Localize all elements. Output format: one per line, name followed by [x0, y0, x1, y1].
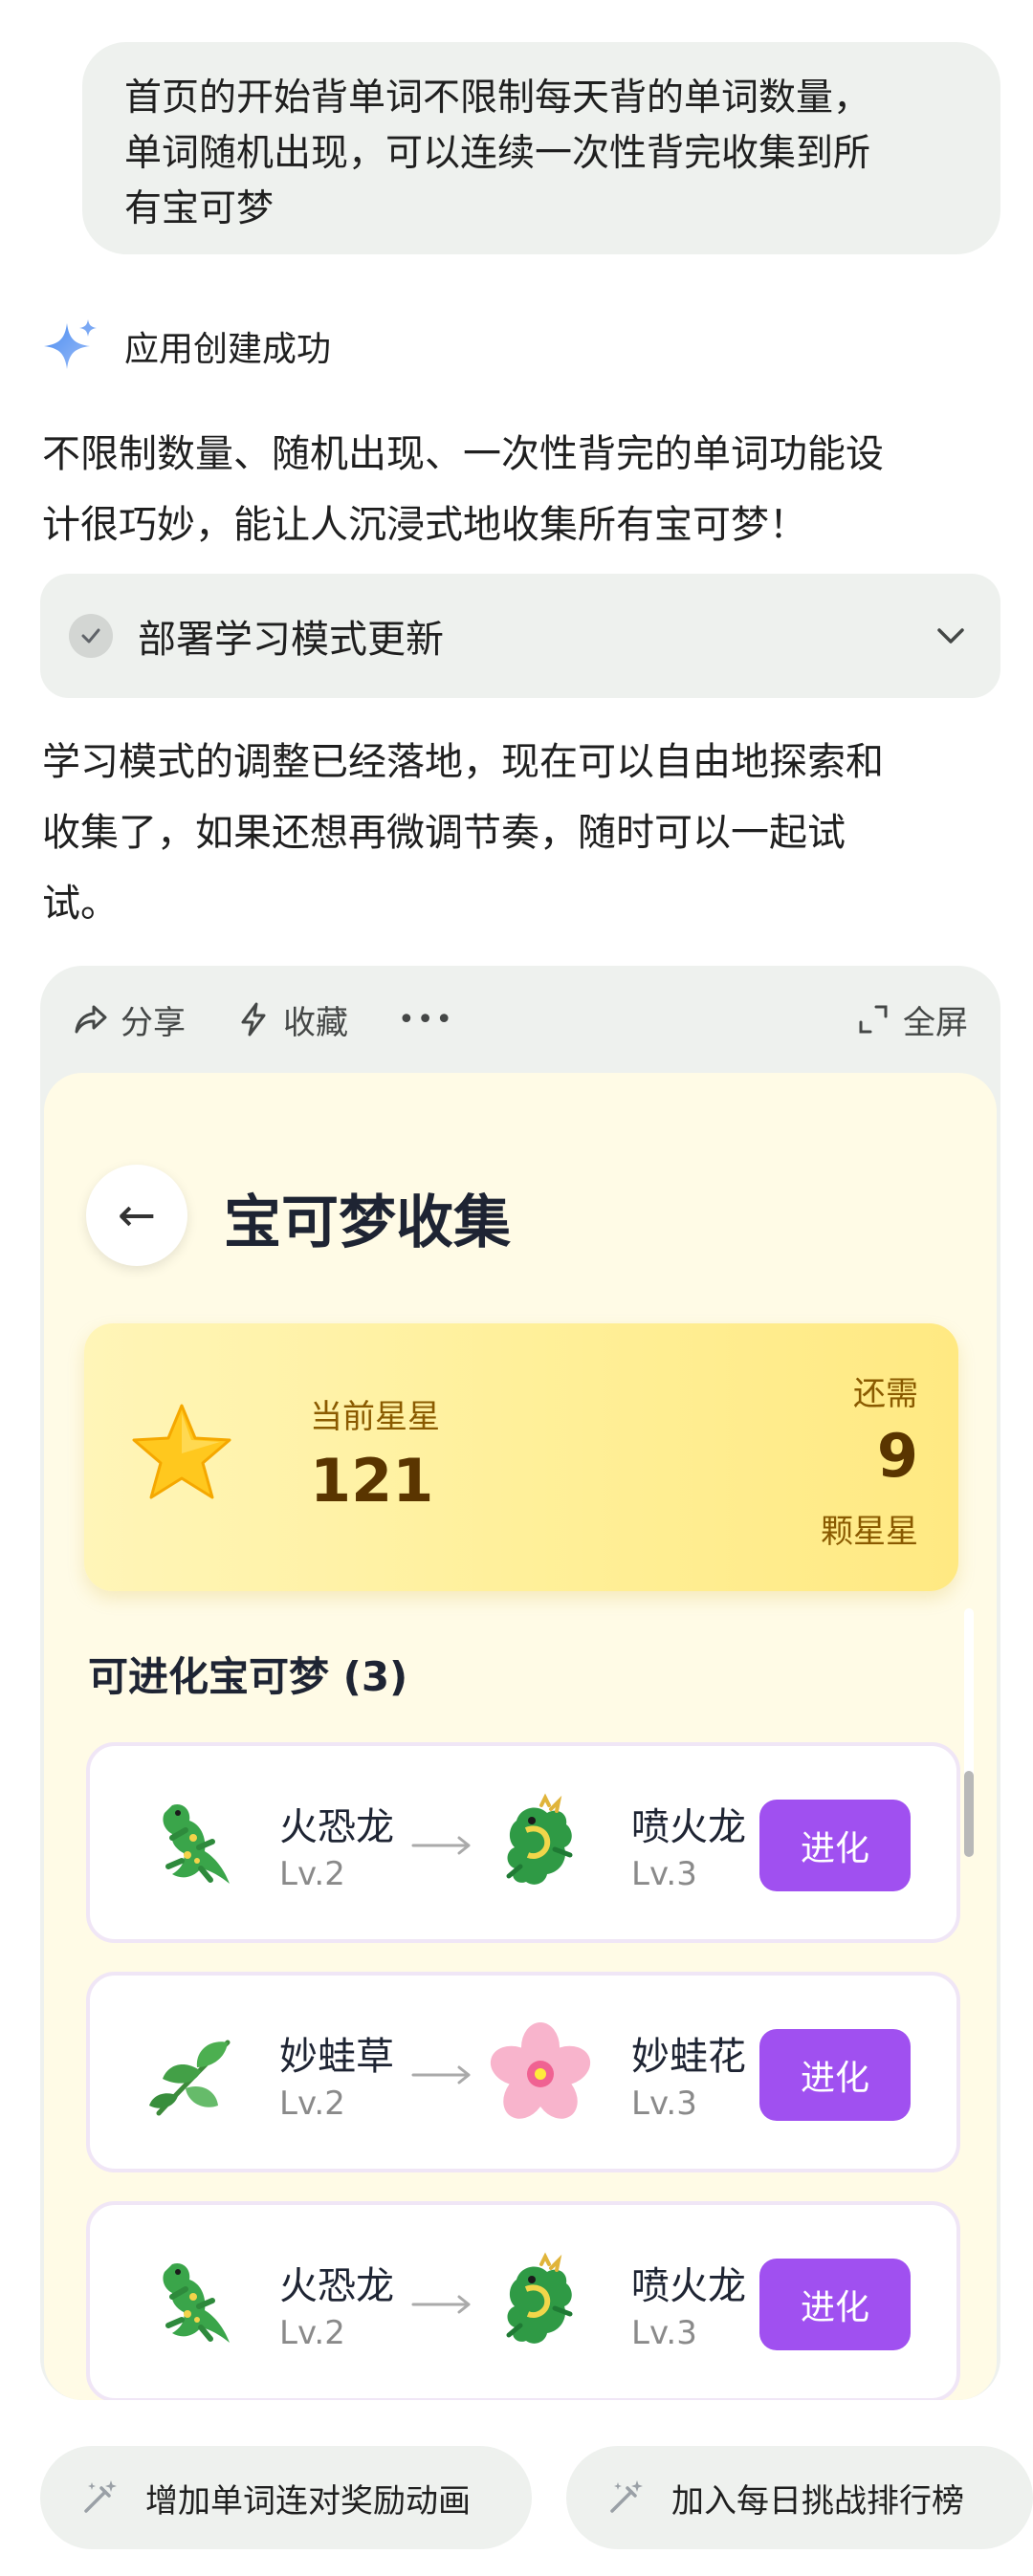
stars-needed-label: 还需	[853, 1375, 918, 1413]
back-button[interactable]: ←	[86, 1165, 187, 1266]
evolution-row: 妙蛙草 Lv.2 妙蛙花 Lv.3 进化	[86, 1972, 960, 2172]
share-label: 分享	[121, 1003, 186, 1042]
to-pokemon-name: 喷火龙	[631, 1805, 746, 1849]
arrow-right-icon	[411, 2295, 471, 2314]
from-pokemon-name: 火恐龙	[279, 1805, 394, 1849]
suggestion-label: 增加单词连对奖励动画	[145, 2481, 471, 2521]
reply-line: 计很巧妙，能让人沉浸式地收集所有宝可梦！	[42, 503, 807, 547]
to-pokemon-level: Lv.3	[631, 2085, 697, 2123]
dragon-icon	[506, 1793, 573, 1885]
arrow-right-icon	[411, 2065, 471, 2085]
lizard-icon	[163, 1803, 230, 1884]
from-pokemon-level: Lv.2	[279, 1855, 345, 1893]
from-pokemon-name: 妙蛙草	[279, 2035, 394, 2079]
fullscreen-label: 全屏	[903, 1003, 968, 1042]
stars-needed-value: 9	[876, 1421, 918, 1491]
arrow-right-icon	[411, 1836, 471, 1855]
dragon-icon	[506, 2252, 573, 2344]
pokemon-app: ← 宝可梦收集 当前星星 121 还需 9 颗星星 可进化宝可梦 (3) 火恐龙…	[44, 1073, 997, 2400]
magic-wand-icon	[84, 2480, 117, 2513]
share-button[interactable]: 分享	[73, 996, 186, 1043]
suggestion-chip[interactable]: 增加单词连对奖励动画	[40, 2446, 532, 2549]
scrollbar-thumb[interactable]	[964, 1771, 974, 1857]
user-message-bubble: 首页的开始背单词不限制每天背的单词数量， 单词随机出现，可以连续一次性背完收集到…	[82, 42, 1000, 254]
evolve-button[interactable]: 进化	[759, 1800, 911, 1891]
evolvable-section-title: 可进化宝可梦 (3)	[88, 1653, 408, 1700]
lizard-icon	[163, 2262, 230, 2343]
magic-wand-icon	[610, 2480, 643, 2513]
check-icon	[69, 614, 113, 658]
fullscreen-button[interactable]: 全屏	[855, 996, 968, 1043]
star-icon	[132, 1404, 231, 1499]
suggestion-label: 加入每日挑战排行榜	[671, 2481, 964, 2521]
from-pokemon-name: 火恐龙	[279, 2264, 394, 2308]
evolve-button[interactable]: 进化	[759, 2259, 911, 2350]
more-icon: •••	[398, 1002, 455, 1037]
app-preview-card: 分享 收藏 ••• 全屏 ← 宝可梦收集 当前星星 121 还需 9 颗星星 可…	[40, 966, 1000, 2400]
current-stars-label: 当前星星	[310, 1398, 440, 1436]
back-arrow-icon: ←	[117, 1189, 157, 1242]
share-icon	[75, 1005, 107, 1034]
from-pokemon-level: Lv.2	[279, 2085, 345, 2123]
lightning-icon	[241, 1002, 266, 1037]
to-pokemon-name: 喷火龙	[631, 2264, 746, 2308]
chat-page: 首页的开始背单词不限制每天背的单词数量， 单词随机出现，可以连续一次性背完收集到…	[0, 0, 1033, 2576]
current-stars-value: 121	[310, 1446, 434, 1516]
to-pokemon-level: Lv.3	[631, 2314, 697, 2352]
deploy-label: 部署学习模式更新	[138, 618, 444, 662]
user-message-line: 有宝可梦	[124, 187, 275, 230]
to-pokemon-name: 妙蛙花	[631, 2035, 746, 2079]
evolve-button[interactable]: 进化	[759, 2029, 911, 2121]
status-row: 应用创建成功	[42, 317, 331, 375]
reply-paragraph-2: 学习模式的调整已经落地，现在可以自由地探索和 收集了，如果还想再微调节奏，随时可…	[42, 727, 989, 939]
reply-line: 不限制数量、随机出现、一次性背完的单词功能设	[42, 432, 884, 476]
reply-line: 学习模式的调整已经落地，现在可以自由地探索和	[42, 740, 884, 784]
chevron-down-icon[interactable]	[930, 615, 972, 657]
to-pokemon-level: Lv.3	[631, 1855, 697, 1893]
user-message-line: 单词随机出现，可以连续一次性背完收集到所	[124, 132, 871, 175]
evolution-row: 火恐龙 Lv.2 喷火龙 Lv.3 进化	[86, 2201, 960, 2400]
from-pokemon-level: Lv.2	[279, 2314, 345, 2352]
reply-line: 收集了，如果还想再微调节奏，随时可以一起试	[42, 811, 846, 855]
status-label: 应用创建成功	[124, 330, 332, 369]
expand-icon	[859, 1005, 888, 1034]
collect-label: 收藏	[283, 1003, 348, 1042]
sparkle-icon	[44, 319, 97, 369]
reply-paragraph-1: 不限制数量、随机出现、一次性背完的单词功能设 计很巧妙，能让人沉浸式地收集所有宝…	[42, 419, 989, 560]
stars-needed-unit: 颗星星	[821, 1513, 918, 1551]
more-button[interactable]: •••	[398, 1003, 454, 1037]
evolution-row: 火恐龙 Lv.2 喷火龙 Lv.3 进化	[86, 1742, 960, 1943]
collect-button[interactable]: 收藏	[235, 996, 348, 1043]
suggestion-chip[interactable]: 加入每日挑战排行榜	[566, 2446, 1033, 2549]
cherry-blossom-icon	[490, 2022, 591, 2119]
herb-icon	[149, 2040, 231, 2116]
app-title: 宝可梦收集	[224, 1190, 511, 1256]
star-summary-panel: 当前星星 121 还需 9 颗星星	[84, 1323, 958, 1591]
reply-line: 试。	[42, 882, 119, 926]
deploy-update-panel[interactable]: 部署学习模式更新	[40, 574, 1000, 698]
user-message-line: 首页的开始背单词不限制每天背的单词数量，	[124, 76, 871, 120]
card-toolbar: 分享 收藏 ••• 全屏	[40, 966, 1000, 1073]
